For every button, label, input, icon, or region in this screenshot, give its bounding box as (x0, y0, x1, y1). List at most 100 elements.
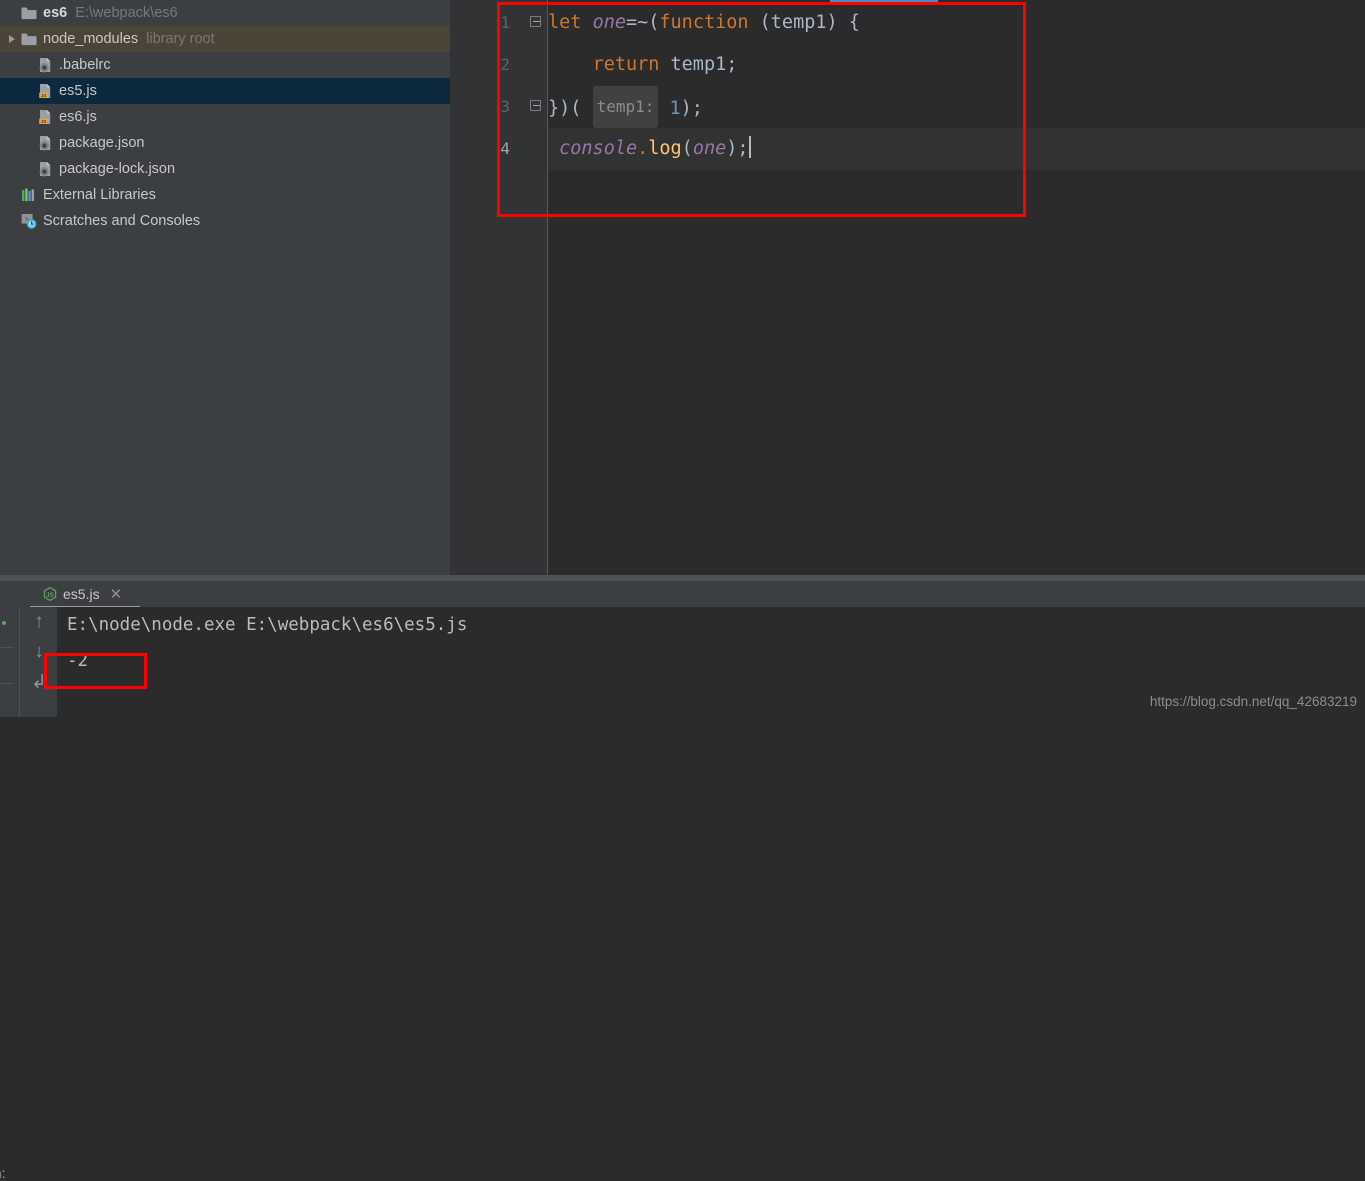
tree-item-label: .babelrc (59, 57, 111, 73)
code-line-3[interactable]: })( temp1: 1); (548, 86, 1365, 128)
code-token: one (692, 138, 727, 159)
code-line-4[interactable]: console.log(one); (548, 128, 1365, 170)
run-console-toolbar[interactable]: ↑ ↓ ↲ (19, 607, 58, 717)
tree-item-label: External Libraries (43, 187, 156, 203)
svg-text:JS: JS (41, 119, 47, 124)
code-token: . (637, 138, 649, 159)
code-token: 1 (669, 98, 681, 119)
ide-window: es6 E:\webpack\es6 node_modules library roo… (0, 0, 1365, 1181)
line-number-3: 3 (500, 97, 510, 116)
run-tab-es5js[interactable]: JS es5.js ✕ (36, 581, 130, 607)
project-tree-panel[interactable]: es6 E:\webpack\es6 node_modules library roo… (0, 0, 450, 575)
tree-item-babelrc[interactable]: .babelrc (0, 52, 450, 78)
code-token: function (659, 12, 749, 33)
js-file-icon: JS (36, 82, 54, 100)
fold-region-line (524, 0, 548, 76)
expand-arrow-icon[interactable] (4, 31, 20, 47)
tree-item-node-modules[interactable]: node_modules library root (0, 26, 450, 52)
close-icon[interactable]: ✕ (110, 587, 123, 602)
fold-collapse-start-icon[interactable] (530, 16, 543, 29)
console-output-line: -2 (67, 651, 89, 671)
tree-item-secondary-label: E:\webpack\es6 (75, 5, 178, 21)
code-token: temp1; (659, 54, 738, 75)
run-window-label: un: (0, 1165, 6, 1181)
run-tab-bar: JS es5.js ✕ (0, 581, 1365, 608)
run-strip-divider-1 (0, 647, 14, 648)
soft-wrap-icon[interactable]: ↲ (20, 667, 58, 697)
folder-icon (20, 30, 38, 48)
code-token: let (548, 12, 593, 33)
tree-item-label: package.json (59, 135, 145, 151)
tree-item-es6-js[interactable]: JS es6.js (0, 104, 450, 130)
run-tab-label: es5.js (63, 586, 100, 602)
json-file-icon (36, 160, 54, 178)
code-line-1[interactable]: let one=~(function (temp1) { (548, 2, 1365, 44)
code-text-area[interactable]: let one=~(function (temp1) { return temp… (548, 0, 1365, 575)
scratches-icon: >_ (20, 212, 38, 230)
run-side-strip[interactable] (0, 607, 18, 717)
code-token: console (559, 138, 638, 159)
tree-item-scratches-and-consoles[interactable]: >_ Scratches and Consoles (0, 208, 450, 234)
line-number-1: 1 (500, 13, 510, 32)
code-folding-strip[interactable] (524, 0, 548, 575)
tree-item-es5-js[interactable]: JS es5.js (0, 78, 450, 104)
tree-item-package-lock-json[interactable]: package-lock.json (0, 156, 450, 182)
js-file-icon: JS (36, 108, 54, 126)
tree-item-label: es6.js (59, 109, 97, 125)
code-token: ); (680, 98, 703, 119)
tree-item-package-json[interactable]: package.json (0, 130, 450, 156)
json-file-icon (36, 134, 54, 152)
run-strip-divider-2 (0, 683, 14, 684)
active-editor-tab-indicator (830, 0, 938, 3)
console-output-line: E:\node\node.exe E:\webpack\es6\es5.js (67, 615, 468, 635)
code-token: one (592, 12, 626, 33)
nodejs-icon: JS (42, 586, 58, 602)
code-token: ); (726, 138, 749, 159)
svg-text:JS: JS (41, 93, 47, 98)
tree-item-label: node_modules (43, 31, 139, 47)
text-caret (748, 136, 751, 158)
fold-collapse-end-icon[interactable] (530, 100, 543, 113)
down-arrow-icon[interactable]: ↓ (20, 637, 58, 667)
code-token: })( (548, 98, 593, 119)
run-green-marker (2, 621, 6, 625)
tree-item-es6[interactable]: es6 E:\webpack\es6 (0, 0, 450, 26)
code-token: ( (681, 138, 693, 159)
tree-item-label: es5.js (59, 83, 97, 99)
tree-item-secondary-label: library root (146, 31, 215, 47)
parameter-hint-badge: temp1: (592, 86, 659, 128)
libraries-icon (20, 186, 38, 204)
tree-item-label: Scratches and Consoles (43, 213, 201, 229)
line-number-2: 2 (500, 55, 510, 74)
svg-text:JS: JS (46, 592, 53, 599)
code-token: log (648, 138, 682, 159)
tree-item-external-libraries[interactable]: External Libraries (0, 182, 450, 208)
code-token: return (592, 54, 660, 75)
tree-item-label: es6 (43, 5, 68, 21)
up-arrow-icon[interactable]: ↑ (20, 607, 58, 637)
code-line-2[interactable]: return temp1; (548, 44, 1365, 86)
json-file-icon (36, 56, 54, 74)
line-number-gutter: 1 2 3 4 (450, 0, 524, 575)
watermark-text: https://blog.csdn.net/qq_42683219 (1149, 694, 1357, 709)
tree-item-label: package-lock.json (59, 161, 176, 177)
line-number-4: 4 (500, 139, 510, 158)
editor-panel[interactable]: 1 2 3 4 let one=~(function (temp1) { return… (450, 0, 1365, 575)
folder-icon (20, 4, 38, 22)
